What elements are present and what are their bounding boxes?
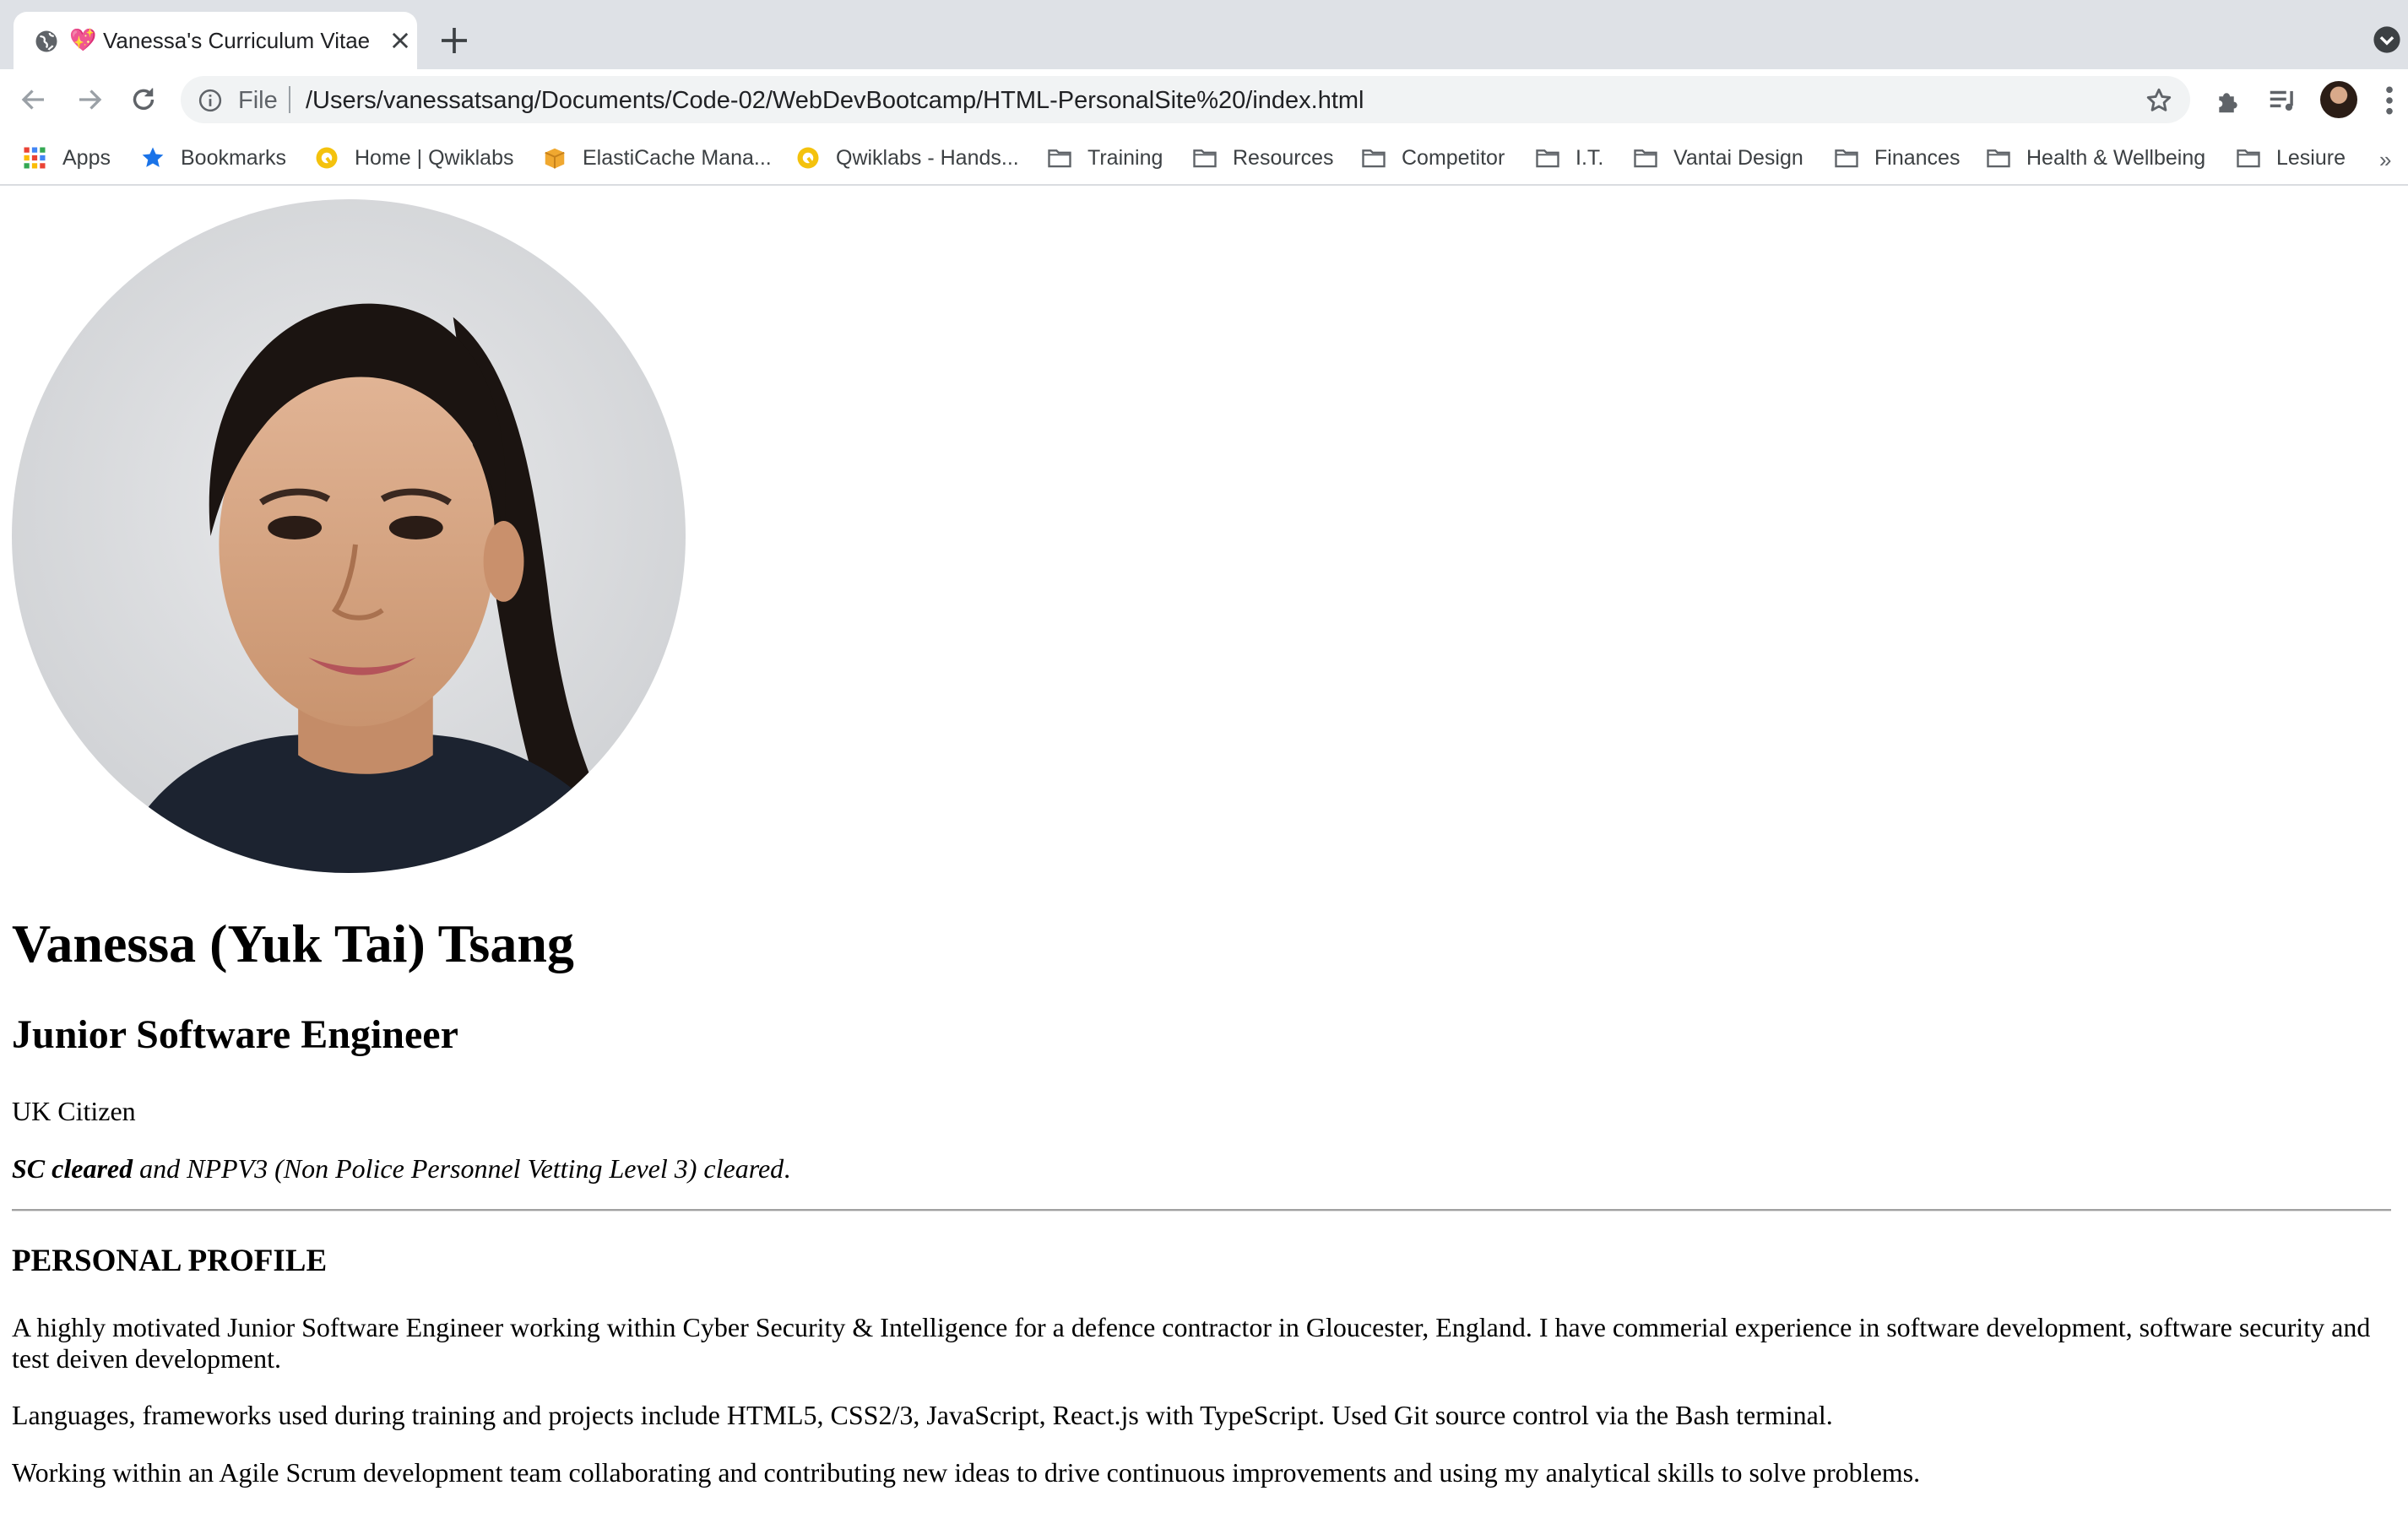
- bookmark-label: Vantai Design: [1673, 146, 1803, 170]
- profile-paragraph: Working within an Agile Scrum developmen…: [12, 1457, 1921, 1488]
- qwiklabs-icon: [316, 147, 338, 169]
- bookmark-label: Health & Wellbeing: [2026, 146, 2206, 170]
- page-title: Vanessa (Yuk Tai) Tsang: [12, 914, 574, 973]
- star-icon: [142, 147, 164, 167]
- bookmark-label: Resources: [1233, 146, 1334, 170]
- forward-arrow-icon[interactable]: [74, 84, 105, 115]
- job-title: Junior Software Engineer: [12, 1012, 458, 1057]
- section-heading-personal-profile: PERSONAL PROFILE: [12, 1244, 328, 1278]
- tab-strip: 💖 Vanessa's Curriculum Vitae: [0, 0, 2408, 69]
- bookmark-label: Finances: [1874, 146, 1961, 170]
- url-text[interactable]: /Users/vanessatsang/Documents/Code-02/We…: [306, 86, 1364, 115]
- clearance-text: SC cleared and NPPV3 (Non Police Personn…: [12, 1152, 790, 1185]
- apps-grid-icon: [24, 147, 46, 169]
- bookmark-label: Qwiklabs - Hands...: [836, 146, 1019, 170]
- bookmark-label: Bookmarks: [181, 146, 287, 170]
- bookmarks-overflow-chevron-icon[interactable]: »: [2379, 147, 2391, 173]
- info-icon[interactable]: [198, 88, 223, 113]
- omnibox-divider: [289, 86, 290, 113]
- page-content: Vanessa (Yuk Tai) Tsang Junior Software …: [0, 186, 2408, 1518]
- bookmark-label: Home | Qwiklabs: [355, 146, 514, 170]
- profile-paragraph: Languages, frameworks used during traini…: [12, 1400, 1833, 1430]
- folder-icon: [1634, 149, 1657, 168]
- bookmark-label: ElastiCache Mana...: [583, 146, 772, 170]
- url-scheme-label: File: [238, 87, 278, 114]
- menu-kebab-icon[interactable]: [2383, 84, 2396, 117]
- aws-box-icon: [545, 148, 565, 169]
- folder-icon: [1362, 149, 1386, 168]
- reading-list-icon[interactable]: [2266, 84, 2298, 117]
- bookmark-label: Lesiure: [2276, 146, 2346, 170]
- heart-icon: 💖: [69, 27, 97, 52]
- qwiklabs-icon: [797, 147, 819, 169]
- bookmark-label: Apps: [62, 146, 111, 170]
- tab-search-icon[interactable]: [2373, 25, 2401, 54]
- folder-icon: [1835, 149, 1858, 168]
- address-bar[interactable]: File /Users/vanessatsang/Documents/Code-…: [181, 76, 2190, 123]
- tab-title: Vanessa's Curriculum Vitae: [103, 28, 371, 53]
- citizenship-text: UK Citizen: [12, 1096, 136, 1126]
- bookmark-elasticache[interactable]: ElastiCache Mana...: [542, 142, 772, 174]
- profile-paragraph: A highly motivated Junior Software Engin…: [12, 1312, 2371, 1374]
- folder-icon: [1987, 149, 2010, 168]
- bookmark-folder-lesiure[interactable]: Lesiure: [2236, 142, 2346, 174]
- close-icon[interactable]: [388, 29, 412, 52]
- reload-icon[interactable]: [128, 84, 159, 115]
- tab-active[interactable]: 💖 Vanessa's Curriculum Vitae: [14, 12, 417, 69]
- clearance-end: .: [784, 1153, 791, 1184]
- browser-toolbar: File /Users/vanessatsang/Documents/Code-…: [0, 69, 2408, 130]
- bookmark-folder-vantai-design[interactable]: Vantai Design: [1633, 142, 1803, 174]
- bookmark-star-icon[interactable]: [2145, 86, 2173, 115]
- bookmark-bookmarks[interactable]: Bookmarks: [140, 142, 286, 174]
- profile-photo: [12, 199, 686, 873]
- folder-icon: [1048, 149, 1071, 168]
- bookmark-folder-finances[interactable]: Finances: [1834, 142, 1960, 174]
- bookmark-folder-competitor[interactable]: Competitor: [1361, 142, 1505, 174]
- bookmark-label: Competitor: [1402, 146, 1505, 170]
- bookmark-home-qwiklabs[interactable]: Home | Qwiklabs: [314, 142, 514, 174]
- bookmark-label: I.T.: [1576, 146, 1604, 170]
- bookmark-apps[interactable]: Apps: [22, 142, 111, 174]
- bookmark-folder-health-wellbeing[interactable]: Health & Wellbeing: [1986, 142, 2205, 174]
- bookmark-folder-resources[interactable]: Resources: [1192, 142, 1334, 174]
- bookmarks-bar: Apps Bookmarks Home | Qwiklabs ElastiCac…: [0, 130, 2408, 186]
- bookmark-folder-training[interactable]: Training: [1047, 142, 1163, 174]
- bookmark-folder-it[interactable]: I.T.: [1535, 142, 1603, 174]
- bookmark-label: Training: [1087, 146, 1163, 170]
- folder-icon: [2237, 149, 2260, 168]
- extensions-puzzle-icon[interactable]: [2214, 84, 2246, 117]
- clearance-bold: SC cleared: [12, 1153, 133, 1184]
- new-tab-button[interactable]: [437, 24, 471, 57]
- clearance-rest: and NPPV3 (Non Police Personnel Vetting …: [133, 1153, 784, 1184]
- profile-avatar[interactable]: [2320, 81, 2357, 118]
- bookmark-qwiklabs-hands[interactable]: Qwiklabs - Hands...: [795, 142, 1019, 174]
- folder-icon: [1193, 149, 1217, 168]
- back-arrow-icon[interactable]: [19, 84, 49, 115]
- horizontal-rule: [12, 1209, 2391, 1212]
- globe-icon: [35, 30, 57, 52]
- folder-icon: [1536, 149, 1559, 168]
